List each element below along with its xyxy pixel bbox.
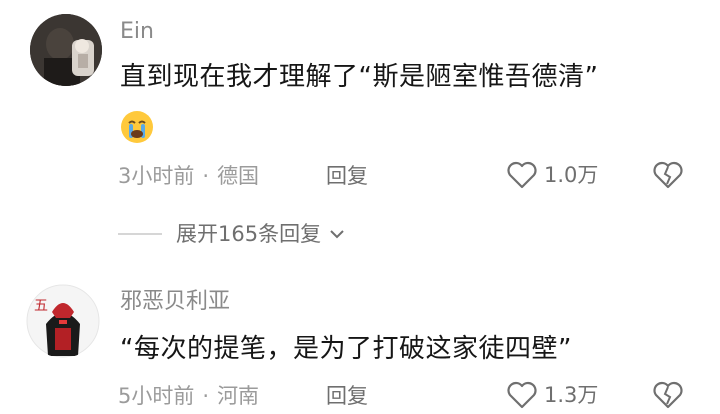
divider-line <box>118 233 162 235</box>
avatar[interactable] <box>30 14 102 86</box>
crying-face-icon <box>120 110 154 144</box>
timestamp: 3小时前 <box>118 164 195 188</box>
location: 河南 <box>217 384 260 408</box>
comment-item: Ein 直到现在我才理解了“斯是陋室惟吾德清” 3小时前 · 德国 回复 1.0万 … <box>0 0 720 260</box>
reply-button[interactable]: 回复 <box>326 162 368 190</box>
heart-icon <box>507 381 537 409</box>
broken-heart-icon <box>653 381 683 409</box>
location: 德国 <box>217 164 260 188</box>
svg-text:五: 五 <box>34 298 48 314</box>
comment-meta: 5小时前 · 河南 <box>118 382 259 410</box>
separator: · <box>202 384 210 408</box>
reply-button[interactable]: 回复 <box>326 382 368 410</box>
comment-text: “每次的提笔，是为了打破这家徒四壁” <box>120 334 572 364</box>
like-button[interactable]: 1.0万 <box>506 160 598 190</box>
heart-icon <box>507 161 537 189</box>
broken-heart-icon <box>653 161 683 189</box>
comment-text: 直到现在我才理解了“斯是陋室惟吾德清” <box>120 62 599 92</box>
comment-meta: 3小时前 · 德国 <box>118 162 259 190</box>
username[interactable]: 邪恶贝利亚 <box>120 288 230 316</box>
expand-replies[interactable]: 展开165条回复 <box>118 220 347 248</box>
expand-replies-label: 展开165条回复 <box>176 222 322 246</box>
separator: · <box>202 164 210 188</box>
dislike-button[interactable] <box>652 380 684 414</box>
comment-item: 五 邪恶贝利亚 “每次的提笔，是为了打破这家徒四壁” 5小时前 · 河南 回复 1.… <box>0 270 720 409</box>
like-count: 1.0万 <box>544 163 599 187</box>
timestamp: 5小时前 <box>118 384 195 408</box>
like-button[interactable]: 1.3万 <box>506 380 598 410</box>
avatar[interactable]: 五 <box>26 284 100 358</box>
username[interactable]: Ein <box>120 18 154 46</box>
dislike-button[interactable] <box>652 160 684 194</box>
chevron-down-icon <box>330 230 344 239</box>
